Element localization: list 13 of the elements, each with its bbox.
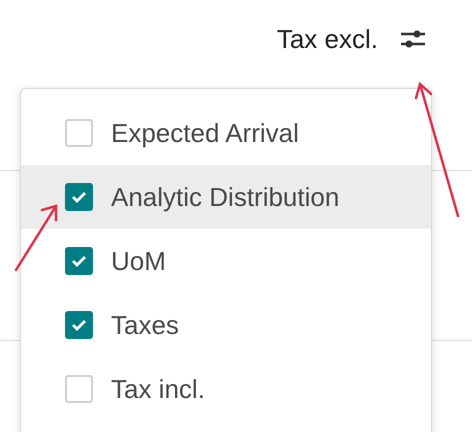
menu-item[interactable]: Expected Arrival	[21, 101, 431, 165]
menu-item[interactable]: UoM	[21, 229, 431, 293]
check-icon	[71, 318, 87, 332]
column-label: Tax excl.	[276, 24, 378, 54]
checkbox[interactable]	[65, 247, 93, 275]
menu-item[interactable]: Tax incl.	[21, 357, 431, 421]
checkbox[interactable]	[65, 183, 93, 211]
checkbox[interactable]	[65, 311, 93, 339]
menu-item[interactable]: Taxes	[21, 293, 431, 357]
menu-item[interactable]: Analytic Distribution	[21, 165, 431, 229]
check-icon	[71, 190, 87, 204]
check-icon	[71, 254, 87, 268]
arrow	[12, 202, 60, 274]
